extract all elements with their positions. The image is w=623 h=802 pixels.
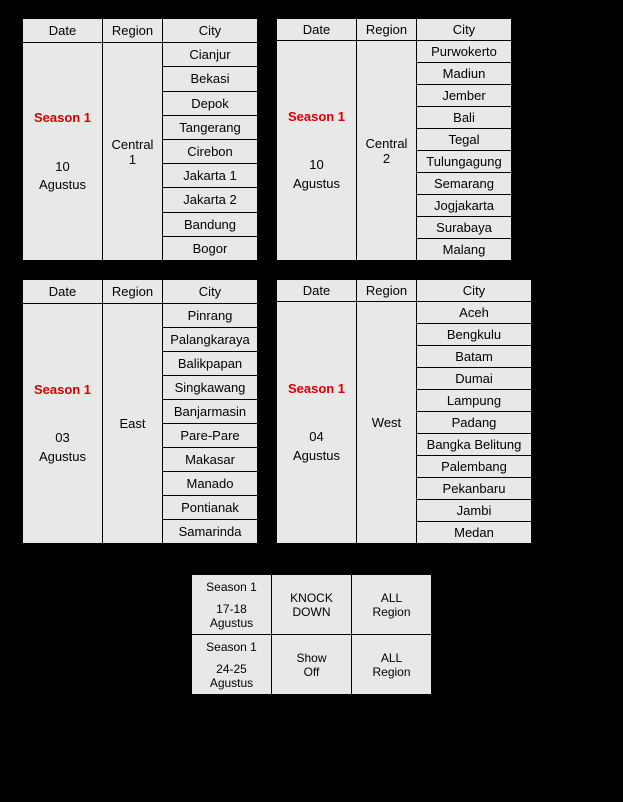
header-date: Date <box>277 280 357 302</box>
city-cell: Manado <box>163 472 258 496</box>
city-cell: Bali <box>417 107 512 129</box>
summary-date-cell: Season 1 24-25Agustus <box>192 635 272 695</box>
city-cell: Balikpapan <box>163 352 258 376</box>
date-cell: Season 1 04Agustus <box>277 302 357 544</box>
city-cell: Depok <box>163 91 258 115</box>
city-cell: Padang <box>417 412 532 434</box>
header-city: City <box>417 19 512 41</box>
header-region: Region <box>103 19 163 43</box>
season-label: Season 1 <box>200 640 263 654</box>
season-label: Season 1 <box>29 381 96 399</box>
city-cell: Singkawang <box>163 376 258 400</box>
schedule-table: DateRegionCity Season 1 10AgustusCentral1C… <box>22 18 258 261</box>
city-cell: Tulungagung <box>417 151 512 173</box>
date-value: 17-18Agustus <box>200 602 263 630</box>
header-date: Date <box>23 19 103 43</box>
summary-stage-cell: ShowOff <box>272 635 352 695</box>
city-cell: Purwokerto <box>417 41 512 63</box>
city-cell: Pontianak <box>163 496 258 520</box>
city-cell: Jember <box>417 85 512 107</box>
schedule-table: DateRegionCity Season 1 10AgustusCentral2P… <box>276 18 512 261</box>
city-cell: Pekanbaru <box>417 478 532 500</box>
summary-stage-cell: KNOCKDOWN <box>272 575 352 635</box>
city-cell: Jambi <box>417 500 532 522</box>
city-cell: Makasar <box>163 448 258 472</box>
header-region: Region <box>357 280 417 302</box>
date-value: 10Agustus <box>283 156 350 192</box>
date-cell: Season 1 10Agustus <box>23 43 103 261</box>
header-city: City <box>163 19 258 43</box>
city-cell: Bandung <box>163 212 258 236</box>
city-cell: Palangkaraya <box>163 328 258 352</box>
city-cell: Tangerang <box>163 115 258 139</box>
date-cell: Season 1 03Agustus <box>23 304 103 544</box>
city-cell: Aceh <box>417 302 532 324</box>
city-cell: Lampung <box>417 390 532 412</box>
city-cell: Jakarta 2 <box>163 188 258 212</box>
city-cell: Cirebon <box>163 139 258 163</box>
header-city: City <box>163 280 258 304</box>
city-cell: Banjarmasin <box>163 400 258 424</box>
city-cell: Madiun <box>417 63 512 85</box>
header-date: Date <box>23 280 103 304</box>
season-label: Season 1 <box>283 108 350 126</box>
city-cell: Bangka Belitung <box>417 434 532 456</box>
schedule-table: DateRegionCity Season 1 03AgustusEastPinra… <box>22 279 258 544</box>
header-city: City <box>417 280 532 302</box>
city-cell: Semarang <box>417 173 512 195</box>
city-cell: Jakarta 1 <box>163 164 258 188</box>
city-cell: Tegal <box>417 129 512 151</box>
summary-region-cell: ALLRegion <box>352 635 432 695</box>
city-cell: Bekasi <box>163 67 258 91</box>
summary-region-cell: ALLRegion <box>352 575 432 635</box>
date-value: 10Agustus <box>29 158 96 194</box>
city-cell: Medan <box>417 522 532 544</box>
city-cell: Cianjur <box>163 43 258 67</box>
season-label: Season 1 <box>283 380 350 398</box>
city-cell: Batam <box>417 346 532 368</box>
region-cell: West <box>357 302 417 544</box>
date-value: 03Agustus <box>29 429 96 465</box>
city-cell: Jogjakarta <box>417 195 512 217</box>
city-cell: Bengkulu <box>417 324 532 346</box>
date-cell: Season 1 10Agustus <box>277 41 357 261</box>
city-cell: Pinrang <box>163 304 258 328</box>
header-date: Date <box>277 19 357 41</box>
city-cell: Dumai <box>417 368 532 390</box>
schedule-table: DateRegionCitySeason 104AgustusWestAcehB… <box>276 279 532 544</box>
city-cell: Samarinda <box>163 520 258 544</box>
region-cell: Central2 <box>357 41 417 261</box>
region-cell: East <box>103 304 163 544</box>
city-cell: Pare-Pare <box>163 424 258 448</box>
city-cell: Palembang <box>417 456 532 478</box>
summary-date-cell: Season 1 17-18Agustus <box>192 575 272 635</box>
city-cell: Malang <box>417 239 512 261</box>
season-label: Season 1 <box>29 109 96 127</box>
region-cell: Central1 <box>103 43 163 261</box>
date-value: 04Agustus <box>283 428 350 464</box>
summary-table: Season 1 17-18Agustus KNOCKDOWNALLRegion Se… <box>191 574 432 695</box>
date-value: 24-25Agustus <box>200 662 263 690</box>
city-cell: Bogor <box>163 236 258 260</box>
season-label: Season 1 <box>200 580 263 594</box>
header-region: Region <box>357 19 417 41</box>
header-region: Region <box>103 280 163 304</box>
city-cell: Surabaya <box>417 217 512 239</box>
